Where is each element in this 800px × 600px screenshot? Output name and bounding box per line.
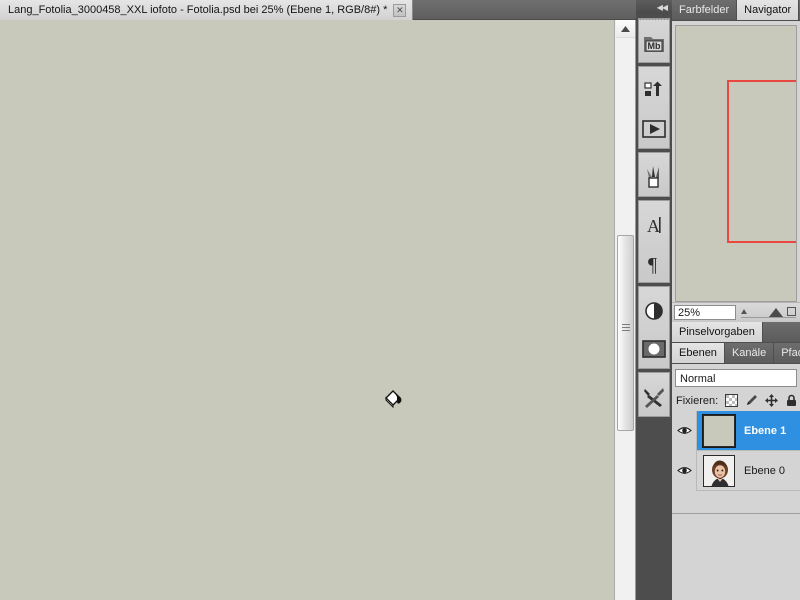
dock-group-adjustments-masks (638, 18, 670, 369)
navigator-viewbox[interactable] (727, 80, 796, 243)
mini-bridge-icon[interactable]: Mb (639, 24, 669, 62)
eye-icon[interactable] (672, 410, 697, 451)
lock-row: Fixieren: (672, 390, 800, 411)
document-tab-bar: Lang_Fotolia_3000458_XXL iofoto - Fotoli… (0, 0, 636, 20)
tool-presets-icon[interactable] (639, 378, 669, 416)
tab-pfade[interactable]: Pfade (774, 343, 800, 363)
navigator-footer: 25% (672, 302, 800, 322)
lock-label: Fixieren: (676, 394, 719, 407)
scroll-up-arrow-icon[interactable] (616, 20, 635, 38)
layers-tabstrip: Ebenen Kanäle Pfade (672, 343, 800, 364)
svg-text:¶: ¶ (648, 254, 657, 274)
dock-collapse-button[interactable]: ◀◀ (636, 0, 672, 14)
dock-group-history-actions (638, 18, 670, 149)
dock-group-mini-bridge: Mb (638, 18, 670, 63)
table-row[interactable]: Ebene 0 (672, 450, 800, 491)
right-panel-column: Farbfelder Navigator 25% Pinselvorgaben (672, 0, 800, 600)
layer-thumbnail[interactable] (702, 413, 736, 448)
paint-bucket-cursor (383, 388, 405, 412)
adjustments-icon[interactable] (639, 292, 669, 330)
paragraph-icon[interactable]: ¶ (639, 244, 669, 282)
tab-ebenen[interactable]: Ebenen (672, 343, 725, 363)
dock-grip-icon[interactable] (639, 18, 669, 20)
tab-pinselvorgaben[interactable]: Pinselvorgaben (672, 322, 763, 342)
brush-presets-icon[interactable] (639, 158, 669, 196)
tab-farbfelder[interactable]: Farbfelder (672, 0, 738, 20)
lock-all-icon[interactable] (785, 394, 798, 407)
actions-play-icon[interactable] (639, 110, 669, 148)
dock-group-brush-presets (638, 18, 670, 197)
brush-presets-tabstrip: Pinselvorgaben (672, 322, 800, 343)
lock-pixels-icon[interactable] (745, 394, 758, 407)
lock-position-icon[interactable] (765, 394, 779, 407)
navigator-tabstrip: Farbfelder Navigator (672, 0, 800, 21)
character-icon[interactable]: A (639, 206, 669, 244)
layer-thumbnail[interactable] (703, 454, 735, 487)
table-row[interactable]: Ebene 1 (672, 410, 800, 451)
collapsed-panel-dock: ◀◀ Mb A ¶ (636, 0, 672, 600)
navigator-zoom-input[interactable]: 25% (674, 305, 736, 320)
masks-icon[interactable] (639, 330, 669, 368)
svg-text:A: A (647, 216, 660, 236)
dock-group-tool-presets (638, 18, 670, 417)
canvas-vertical-scrollbar[interactable] (614, 20, 636, 600)
history-icon[interactable] (639, 72, 669, 110)
blend-mode-select[interactable]: Normal (675, 368, 797, 387)
layer-name: Ebene 0 (744, 464, 785, 477)
zoom-in-icon[interactable] (787, 307, 796, 316)
navigator-zoom-slider[interactable] (739, 305, 798, 320)
slider-thumb[interactable] (769, 308, 783, 317)
document-tab-title: Lang_Fotolia_3000458_XXL iofoto - Fotoli… (8, 4, 388, 16)
image-canvas[interactable] (0, 20, 614, 600)
scrollbar-grip-icon (622, 324, 630, 333)
blend-mode-row: Normal (675, 367, 797, 388)
layer-name: Ebene 1 (744, 424, 787, 437)
eye-icon[interactable] (672, 450, 697, 491)
navigator-panel: Farbfelder Navigator 25% (672, 0, 800, 322)
navigator-thumbnail[interactable] (675, 25, 797, 302)
brush-presets-panel: Pinselvorgaben (672, 322, 800, 343)
scrollbar-thumb[interactable] (617, 235, 634, 431)
close-icon[interactable]: ✕ (393, 3, 407, 17)
tab-navigator[interactable]: Navigator (737, 0, 800, 20)
zoom-out-icon[interactable] (741, 309, 747, 314)
document-tab[interactable]: Lang_Fotolia_3000458_XXL iofoto - Fotoli… (0, 0, 414, 20)
lock-transparency-icon[interactable] (725, 394, 739, 407)
panel-bottom-filler (672, 513, 800, 600)
svg-text:Mb: Mb (648, 41, 661, 51)
photoshop-window: Lang_Fotolia_3000458_XXL iofoto - Fotoli… (0, 0, 800, 600)
slider-track (741, 317, 796, 318)
tab-kanaele[interactable]: Kanäle (725, 343, 775, 363)
dock-group-type: A ¶ (638, 18, 670, 283)
